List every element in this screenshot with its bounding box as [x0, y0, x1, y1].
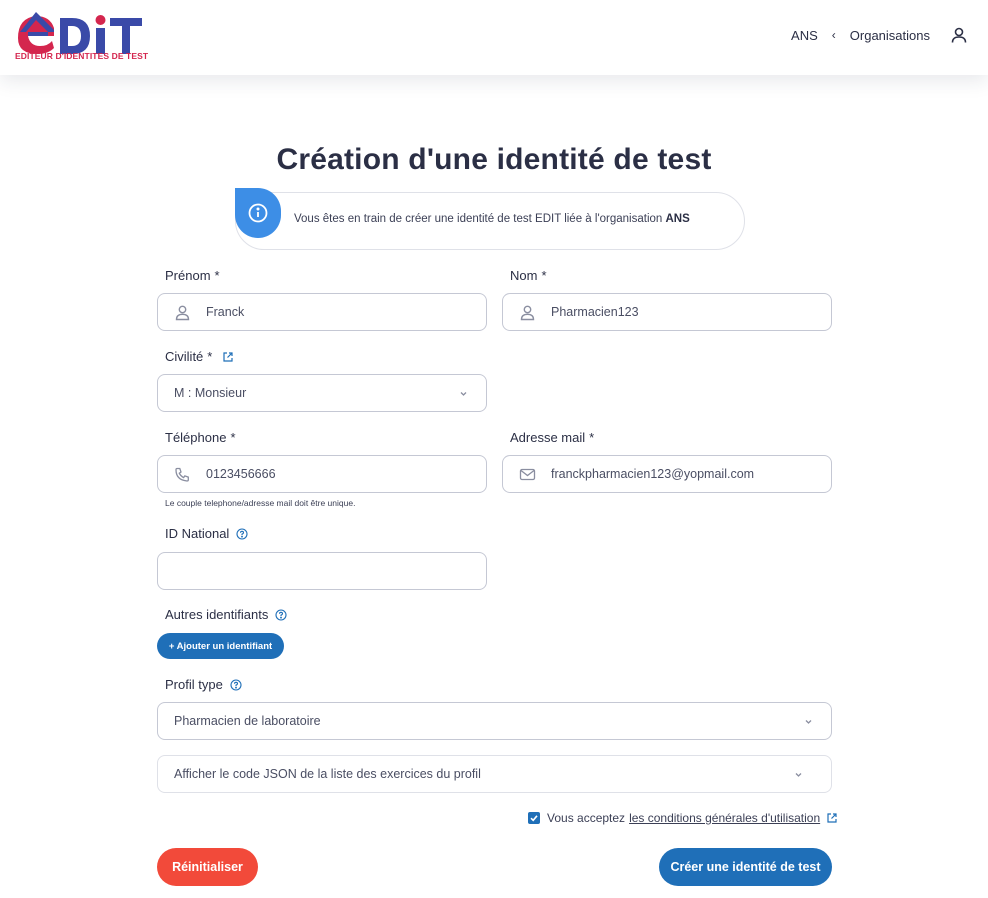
id-national-label-text: ID National [165, 526, 230, 541]
help-circle-icon[interactable] [275, 608, 287, 621]
telephone-label-text: Téléphone [165, 430, 227, 445]
page-title: Création d'une identité de test [276, 143, 712, 176]
create-identity-button[interactable]: Créer une identité de test [659, 848, 832, 886]
id-national-field[interactable] [157, 552, 487, 590]
terms-acceptance: Vous acceptez les conditions générales d… [528, 811, 838, 825]
info-message: Vous êtes en train de créer une identité… [294, 213, 663, 225]
nom-label-text: Nom [510, 268, 538, 283]
external-link-icon[interactable] [826, 812, 838, 824]
id-national-label: ID National [165, 526, 248, 541]
profil-label-text: Profil type [165, 677, 223, 692]
nom-field[interactable]: Pharmacien123 [502, 293, 832, 331]
info-org: ANS [665, 213, 690, 225]
external-link-icon[interactable] [222, 351, 234, 363]
breadcrumb-ans[interactable]: ANS [791, 28, 818, 43]
user-icon [175, 305, 190, 321]
user-account-icon[interactable] [950, 26, 968, 44]
email-label-text: Adresse mail [510, 430, 586, 445]
required-mark: * [230, 430, 236, 445]
email-field[interactable]: franckpharmacien123@yopmail.com [502, 455, 832, 493]
autres-label-text: Autres identifiants [165, 607, 269, 622]
civilite-label-text: Civilité [165, 349, 204, 364]
nom-label: Nom * [510, 268, 547, 283]
chevron-down-icon [795, 773, 802, 777]
prenom-label-text: Prénom [165, 268, 211, 283]
chevron-down-icon [460, 392, 467, 396]
prenom-label: Prénom * [165, 268, 220, 283]
autres-identifiants-label: Autres identifiants [165, 607, 287, 622]
email-value: franckpharmacien123@yopmail.com [551, 467, 755, 481]
info-text: Vous êtes en train de créer une identité… [294, 213, 690, 225]
civilite-value: M : Monsieur [174, 386, 247, 400]
add-identifier-button[interactable]: + Ajouter un identifiant [157, 633, 284, 659]
breadcrumb: ANS ‹ Organisations [791, 26, 968, 44]
required-mark: * [589, 430, 595, 445]
top-header: EDITEUR D'IDENTITES DE TEST ANS ‹ Organi… [0, 0, 988, 75]
prenom-value: Franck [206, 305, 245, 319]
profil-type-label: Profil type [165, 677, 242, 692]
json-accordion[interactable]: Afficher le code JSON de la liste des ex… [157, 755, 832, 793]
nom-value: Pharmacien123 [551, 305, 639, 319]
info-icon [235, 188, 281, 238]
required-mark: * [207, 349, 213, 364]
help-circle-icon[interactable] [230, 678, 242, 691]
breadcrumb-organisations[interactable]: Organisations [850, 28, 930, 43]
chevron-down-icon [805, 720, 812, 724]
telephone-value: 0123456666 [206, 467, 276, 481]
user-icon [520, 305, 535, 321]
profil-type-value: Pharmacien de laboratoire [174, 714, 321, 728]
required-mark: * [541, 268, 547, 283]
terms-prefix: Vous acceptez [547, 811, 626, 825]
mail-icon [519, 468, 536, 481]
email-label: Adresse mail * [510, 430, 594, 445]
prenom-field[interactable]: Franck [157, 293, 487, 331]
civilite-label: Civilité * [165, 349, 234, 364]
terms-link[interactable]: les conditions générales d'utilisation [629, 811, 820, 825]
terms-checkbox[interactable] [528, 812, 540, 824]
help-circle-icon[interactable] [236, 527, 248, 540]
reset-button[interactable]: Réinitialiser [157, 848, 258, 886]
logo-subtitle: EDITEUR D'IDENTITES DE TEST [15, 51, 149, 61]
civilite-select[interactable]: M : Monsieur [157, 374, 487, 412]
json-accordion-label: Afficher le code JSON de la liste des ex… [174, 767, 481, 781]
unique-hint: Le couple telephone/adresse mail doit êt… [165, 498, 356, 508]
telephone-label: Téléphone * [165, 430, 236, 445]
telephone-field[interactable]: 0123456666 [157, 455, 487, 493]
phone-icon [175, 467, 189, 482]
breadcrumb-separator: ‹ [831, 28, 836, 42]
profil-type-select[interactable]: Pharmacien de laboratoire [157, 702, 832, 740]
required-mark: * [214, 268, 220, 283]
